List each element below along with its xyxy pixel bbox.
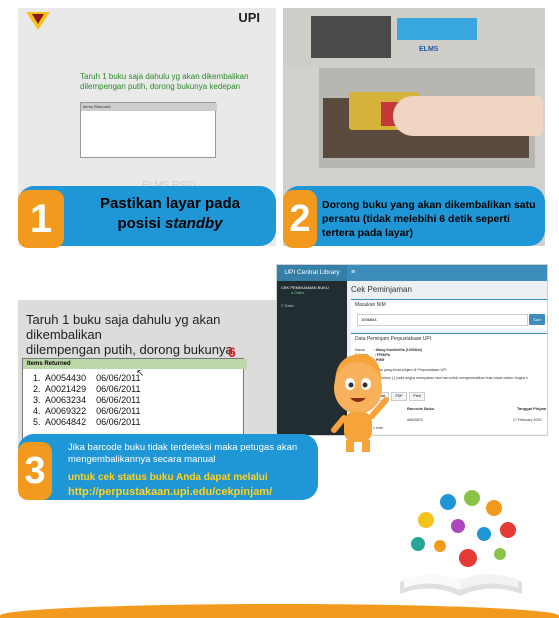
app-brand[interactable]: UPI Central Library [277, 265, 347, 281]
table-cell-date: 17 February 2020 [513, 418, 542, 422]
menu-toggle-icon[interactable]: ≡ [351, 265, 355, 281]
open-book-icon [400, 490, 522, 596]
step1-number: 1 [18, 190, 64, 248]
page-title: Cek Peminjaman [351, 285, 412, 294]
print-button[interactable]: Print [409, 392, 425, 401]
screen3-message-line1: Taruh 1 buku saja dahulu yg akan dikemba… [26, 312, 221, 342]
list-item: 2. A0021429 06/06/2011 [33, 384, 141, 394]
kiosk-panel [397, 18, 477, 40]
step1-text-line2: posisi standby [70, 214, 270, 234]
sidebar-item-dashboard[interactable]: ≡ Dash [281, 303, 294, 308]
list-item: 4. A0069322 06/06/2011 [33, 406, 141, 416]
items-returned-box: Items Returned [80, 102, 217, 158]
screen-message-line1: Taruh 1 buku saja dahulu yg akan dikemba… [80, 72, 249, 81]
table-header-barcode: Barcode Buku [407, 406, 435, 411]
sidebar-user: CEK PEMINJAMAN BUKU [281, 285, 329, 290]
cekpinjam-link[interactable]: http://perpustakaan.upi.edu/cekpinjam/ [68, 486, 318, 498]
table-cell-barcode: a0845870 [407, 418, 423, 422]
pdf-button[interactable]: PDF [391, 392, 407, 401]
nim-label: Masukan NIM [355, 302, 386, 308]
items-returned-header: Items Returned [23, 359, 247, 369]
mascot-icon [331, 354, 389, 452]
table-header-date: Tanggal Pinjam [517, 406, 547, 411]
cekpinjam-webapp: UPI Central Library ≡ CEK PEMINJAMAN BUK… [276, 264, 548, 436]
items-returned-table: Items Returned 1. A0054430 06/06/2011 2.… [22, 358, 247, 440]
items-returned-header: Items Returned [81, 103, 217, 111]
nim-input[interactable]: 1006844 [357, 314, 528, 326]
step1-text-italic: standby [165, 215, 223, 232]
nim-card: Masukan NIM 1006844 Cari [351, 299, 547, 330]
search-button[interactable]: Cari [529, 314, 545, 325]
list-item: 1. A0054430 06/06/2011 [33, 373, 141, 383]
step2-text: Dorong buku yang akan dikembalikan satu … [322, 199, 536, 239]
step2-number: 2 [283, 190, 317, 248]
hand-image [393, 96, 543, 136]
step1-text-prefix: posisi [117, 215, 165, 232]
sidebar-status: ● Online [291, 291, 305, 295]
step1-text-line1: Pastikan layar pada [99, 195, 241, 212]
screen-brand: UPI [238, 10, 260, 25]
kiosk-screen [311, 16, 391, 58]
kiosk-label: ELMS [419, 46, 439, 53]
cursor-icon: ↖ [136, 368, 145, 379]
step3-text: Jika barcode buku tidak terdeteksi maka … [68, 442, 298, 465]
step1-text: Pastikan layar pada posisi standby [70, 194, 270, 234]
step3-number: 3 [18, 442, 52, 500]
footer-stripe [0, 604, 559, 618]
list-item: 5. A0064842 06/06/2011 [33, 417, 141, 427]
list-item: 3. A0063234 06/06/2011 [33, 395, 141, 405]
screen-message: Taruh 1 buku saja dahulu yg akan dikemba… [80, 72, 260, 92]
upi-logo-icon [26, 12, 50, 30]
step3-screen-photo: Taruh 1 buku saja dahulu yg akan dikemba… [18, 300, 276, 450]
step3-check-text: untuk cek status buku Anda dapat melalui [68, 472, 268, 483]
screen-message-line2: dilempengan putih, dorong bukunya kedepa… [80, 82, 241, 91]
